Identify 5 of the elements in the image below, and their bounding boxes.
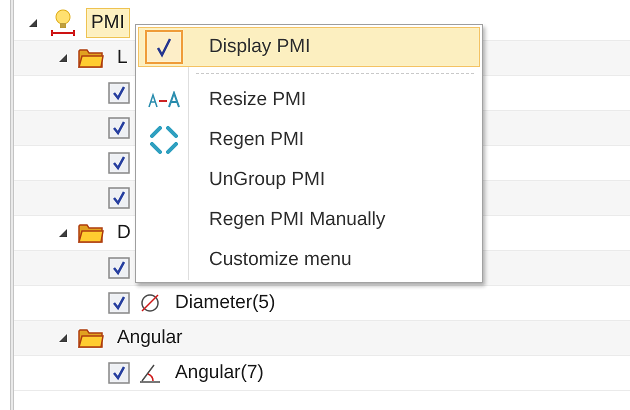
menu-item-label: Resize PMI — [208, 88, 306, 112]
menu-item-label: Regen PMI Manually — [208, 208, 386, 232]
menu-item-label: UnGroup PMI — [208, 168, 326, 192]
menu-item-label: Customize menu — [208, 248, 352, 272]
menu-item-label: Regen PMI — [208, 128, 304, 152]
